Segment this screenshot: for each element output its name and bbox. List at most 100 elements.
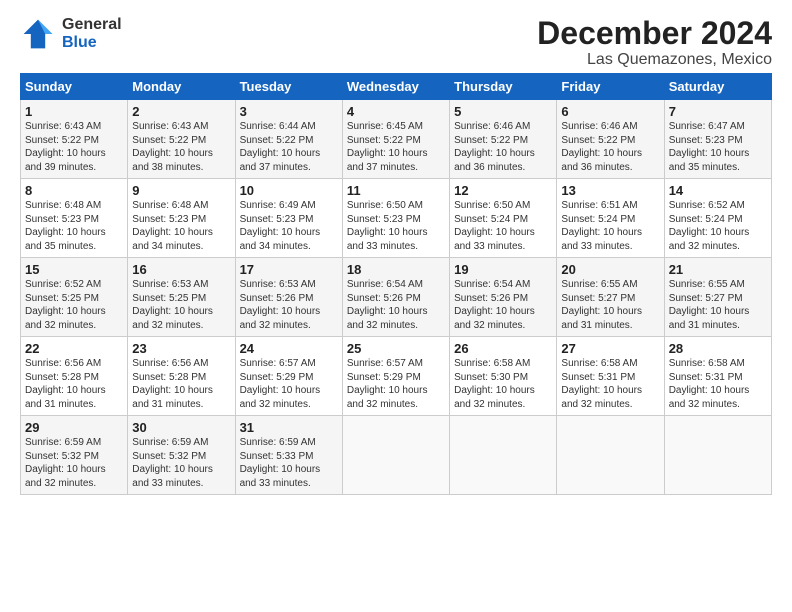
calendar-cell xyxy=(450,416,557,495)
day-number: 29 xyxy=(25,420,123,435)
day-info: Sunrise: 6:52 AM Sunset: 5:25 PM Dayligh… xyxy=(25,278,123,332)
calendar-cell: 29Sunrise: 6:59 AM Sunset: 5:32 PM Dayli… xyxy=(21,416,128,495)
header-cell-wednesday: Wednesday xyxy=(342,74,449,100)
logo-general: General xyxy=(62,16,122,34)
day-number: 2 xyxy=(132,104,230,119)
calendar-cell: 17Sunrise: 6:53 AM Sunset: 5:26 PM Dayli… xyxy=(235,258,342,337)
calendar-cell: 8Sunrise: 6:48 AM Sunset: 5:23 PM Daylig… xyxy=(21,179,128,258)
header-row: SundayMondayTuesdayWednesdayThursdayFrid… xyxy=(21,74,772,100)
day-info: Sunrise: 6:53 AM Sunset: 5:25 PM Dayligh… xyxy=(132,278,230,332)
day-number: 30 xyxy=(132,420,230,435)
calendar-cell: 16Sunrise: 6:53 AM Sunset: 5:25 PM Dayli… xyxy=(128,258,235,337)
calendar-cell: 22Sunrise: 6:56 AM Sunset: 5:28 PM Dayli… xyxy=(21,337,128,416)
calendar-cell: 26Sunrise: 6:58 AM Sunset: 5:30 PM Dayli… xyxy=(450,337,557,416)
calendar-cell: 9Sunrise: 6:48 AM Sunset: 5:23 PM Daylig… xyxy=(128,179,235,258)
day-number: 17 xyxy=(240,262,338,277)
day-info: Sunrise: 6:59 AM Sunset: 5:32 PM Dayligh… xyxy=(25,436,123,490)
day-info: Sunrise: 6:56 AM Sunset: 5:28 PM Dayligh… xyxy=(25,357,123,411)
logo: General Blue xyxy=(20,16,122,52)
header-cell-sunday: Sunday xyxy=(21,74,128,100)
day-number: 15 xyxy=(25,262,123,277)
day-number: 31 xyxy=(240,420,338,435)
header-cell-monday: Monday xyxy=(128,74,235,100)
day-info: Sunrise: 6:55 AM Sunset: 5:27 PM Dayligh… xyxy=(669,278,767,332)
calendar-cell: 28Sunrise: 6:58 AM Sunset: 5:31 PM Dayli… xyxy=(664,337,771,416)
calendar-cell: 18Sunrise: 6:54 AM Sunset: 5:26 PM Dayli… xyxy=(342,258,449,337)
week-row-2: 15Sunrise: 6:52 AM Sunset: 5:25 PM Dayli… xyxy=(21,258,772,337)
day-info: Sunrise: 6:57 AM Sunset: 5:29 PM Dayligh… xyxy=(240,357,338,411)
calendar-cell: 23Sunrise: 6:56 AM Sunset: 5:28 PM Dayli… xyxy=(128,337,235,416)
day-number: 21 xyxy=(669,262,767,277)
calendar-cell: 27Sunrise: 6:58 AM Sunset: 5:31 PM Dayli… xyxy=(557,337,664,416)
day-number: 3 xyxy=(240,104,338,119)
day-number: 20 xyxy=(561,262,659,277)
calendar-cell: 30Sunrise: 6:59 AM Sunset: 5:32 PM Dayli… xyxy=(128,416,235,495)
day-number: 28 xyxy=(669,341,767,356)
day-number: 19 xyxy=(454,262,552,277)
calendar-cell: 19Sunrise: 6:54 AM Sunset: 5:26 PM Dayli… xyxy=(450,258,557,337)
day-info: Sunrise: 6:56 AM Sunset: 5:28 PM Dayligh… xyxy=(132,357,230,411)
calendar-cell: 24Sunrise: 6:57 AM Sunset: 5:29 PM Dayli… xyxy=(235,337,342,416)
title-block: December 2024 Las Quemazones, Mexico xyxy=(537,16,772,69)
day-info: Sunrise: 6:45 AM Sunset: 5:22 PM Dayligh… xyxy=(347,120,445,174)
header-cell-saturday: Saturday xyxy=(664,74,771,100)
day-number: 9 xyxy=(132,183,230,198)
calendar-cell: 15Sunrise: 6:52 AM Sunset: 5:25 PM Dayli… xyxy=(21,258,128,337)
day-number: 4 xyxy=(347,104,445,119)
day-info: Sunrise: 6:48 AM Sunset: 5:23 PM Dayligh… xyxy=(25,199,123,253)
day-info: Sunrise: 6:44 AM Sunset: 5:22 PM Dayligh… xyxy=(240,120,338,174)
day-info: Sunrise: 6:53 AM Sunset: 5:26 PM Dayligh… xyxy=(240,278,338,332)
calendar-cell: 4Sunrise: 6:45 AM Sunset: 5:22 PM Daylig… xyxy=(342,100,449,179)
week-row-1: 8Sunrise: 6:48 AM Sunset: 5:23 PM Daylig… xyxy=(21,179,772,258)
day-info: Sunrise: 6:59 AM Sunset: 5:33 PM Dayligh… xyxy=(240,436,338,490)
day-info: Sunrise: 6:54 AM Sunset: 5:26 PM Dayligh… xyxy=(347,278,445,332)
day-info: Sunrise: 6:46 AM Sunset: 5:22 PM Dayligh… xyxy=(454,120,552,174)
calendar-body: 1Sunrise: 6:43 AM Sunset: 5:22 PM Daylig… xyxy=(21,100,772,495)
calendar-subtitle: Las Quemazones, Mexico xyxy=(537,51,772,69)
day-info: Sunrise: 6:47 AM Sunset: 5:23 PM Dayligh… xyxy=(669,120,767,174)
header-cell-tuesday: Tuesday xyxy=(235,74,342,100)
calendar-header: SundayMondayTuesdayWednesdayThursdayFrid… xyxy=(21,74,772,100)
logo-blue: Blue xyxy=(62,34,122,52)
day-info: Sunrise: 6:52 AM Sunset: 5:24 PM Dayligh… xyxy=(669,199,767,253)
calendar-cell: 2Sunrise: 6:43 AM Sunset: 5:22 PM Daylig… xyxy=(128,100,235,179)
day-number: 22 xyxy=(25,341,123,356)
day-number: 24 xyxy=(240,341,338,356)
calendar-cell xyxy=(342,416,449,495)
calendar-cell: 20Sunrise: 6:55 AM Sunset: 5:27 PM Dayli… xyxy=(557,258,664,337)
header-cell-thursday: Thursday xyxy=(450,74,557,100)
week-row-4: 29Sunrise: 6:59 AM Sunset: 5:32 PM Dayli… xyxy=(21,416,772,495)
day-info: Sunrise: 6:46 AM Sunset: 5:22 PM Dayligh… xyxy=(561,120,659,174)
day-number: 11 xyxy=(347,183,445,198)
calendar-cell: 11Sunrise: 6:50 AM Sunset: 5:23 PM Dayli… xyxy=(342,179,449,258)
day-number: 18 xyxy=(347,262,445,277)
day-number: 8 xyxy=(25,183,123,198)
logo-icon xyxy=(20,16,56,52)
day-info: Sunrise: 6:43 AM Sunset: 5:22 PM Dayligh… xyxy=(132,120,230,174)
calendar-cell: 31Sunrise: 6:59 AM Sunset: 5:33 PM Dayli… xyxy=(235,416,342,495)
day-info: Sunrise: 6:58 AM Sunset: 5:30 PM Dayligh… xyxy=(454,357,552,411)
day-number: 10 xyxy=(240,183,338,198)
day-number: 13 xyxy=(561,183,659,198)
calendar-cell: 5Sunrise: 6:46 AM Sunset: 5:22 PM Daylig… xyxy=(450,100,557,179)
page: General Blue December 2024 Las Quemazone… xyxy=(0,0,792,505)
day-info: Sunrise: 6:58 AM Sunset: 5:31 PM Dayligh… xyxy=(561,357,659,411)
calendar-table: SundayMondayTuesdayWednesdayThursdayFrid… xyxy=(20,73,772,495)
calendar-cell xyxy=(664,416,771,495)
calendar-cell: 25Sunrise: 6:57 AM Sunset: 5:29 PM Dayli… xyxy=(342,337,449,416)
calendar-cell: 6Sunrise: 6:46 AM Sunset: 5:22 PM Daylig… xyxy=(557,100,664,179)
day-number: 26 xyxy=(454,341,552,356)
day-info: Sunrise: 6:43 AM Sunset: 5:22 PM Dayligh… xyxy=(25,120,123,174)
calendar-cell: 3Sunrise: 6:44 AM Sunset: 5:22 PM Daylig… xyxy=(235,100,342,179)
calendar-cell: 12Sunrise: 6:50 AM Sunset: 5:24 PM Dayli… xyxy=(450,179,557,258)
day-info: Sunrise: 6:49 AM Sunset: 5:23 PM Dayligh… xyxy=(240,199,338,253)
day-number: 16 xyxy=(132,262,230,277)
calendar-cell: 10Sunrise: 6:49 AM Sunset: 5:23 PM Dayli… xyxy=(235,179,342,258)
day-number: 14 xyxy=(669,183,767,198)
week-row-3: 22Sunrise: 6:56 AM Sunset: 5:28 PM Dayli… xyxy=(21,337,772,416)
day-number: 7 xyxy=(669,104,767,119)
day-number: 1 xyxy=(25,104,123,119)
calendar-cell xyxy=(557,416,664,495)
day-number: 23 xyxy=(132,341,230,356)
day-number: 27 xyxy=(561,341,659,356)
